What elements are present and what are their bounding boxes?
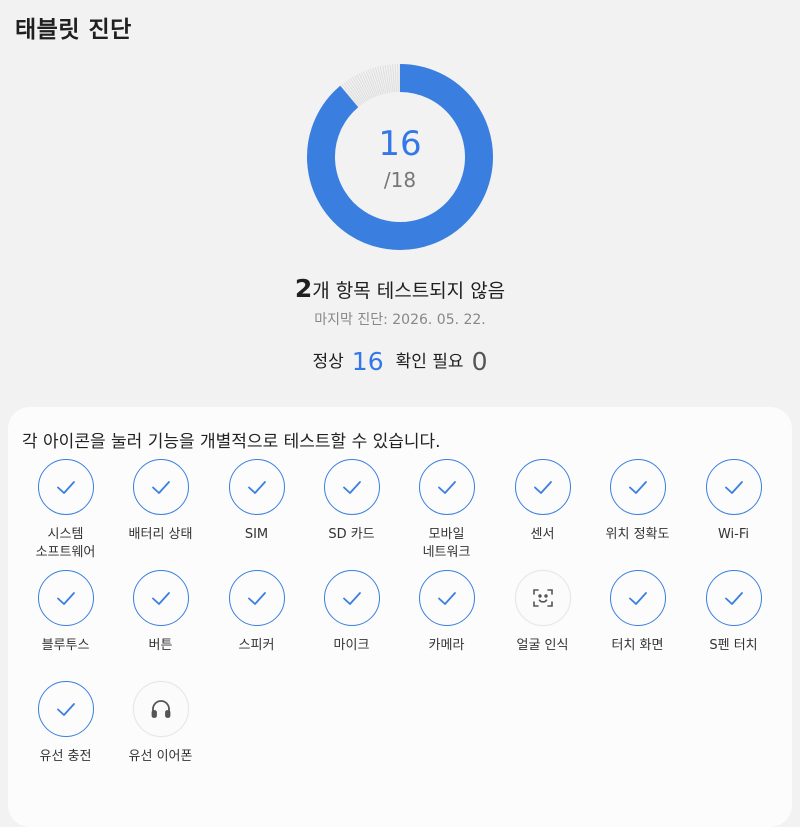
test-item[interactable]: 버튼 [113, 570, 208, 655]
check-icon [626, 586, 650, 610]
test-item-label: 터치 화면 [611, 638, 664, 653]
check-icon [626, 475, 650, 499]
test-item-label: 배터리 상태 [128, 527, 193, 542]
check-icon [435, 586, 459, 610]
test-item-button[interactable] [228, 459, 285, 515]
test-item-button[interactable] [609, 459, 666, 515]
test-item-label: 마이크 [333, 638, 370, 653]
test-item-label: Wi-Fi [717, 527, 749, 542]
test-item[interactable]: 모바일 네트워크 [399, 459, 494, 562]
passed-count: 16 [378, 124, 422, 164]
test-item-button[interactable] [323, 570, 380, 626]
headphones-icon [149, 697, 173, 721]
check-needed-label: 확인 필요 [395, 352, 464, 372]
check-icon [149, 475, 173, 499]
test-items-card: 각 아이콘을 눌러 기능을 개별적으로 테스트할 수 있습니다. 시스템 소프트… [8, 407, 792, 827]
check-icon [435, 475, 459, 499]
test-item-button[interactable] [132, 570, 189, 626]
check-icon [54, 586, 78, 610]
check-icon [54, 697, 78, 721]
check-icon [722, 475, 746, 499]
check-icon [722, 586, 746, 610]
test-item-button[interactable] [37, 681, 94, 737]
check-icon [54, 475, 78, 499]
test-item[interactable]: Wi-Fi [686, 459, 781, 544]
test-item[interactable]: 블루투스 [18, 570, 113, 655]
test-item[interactable]: 배터리 상태 [113, 459, 208, 544]
page-title: 태블릿 진단 [15, 17, 132, 43]
test-item-button[interactable] [705, 459, 762, 515]
test-item-label: 유선 이어폰 [128, 749, 193, 764]
last-diagnosis-date: 마지막 진단: 2026. 05. 22. [314, 312, 486, 328]
check-icon [340, 475, 364, 499]
test-item-label: 얼굴 인식 [516, 638, 569, 653]
test-item[interactable]: 스피커 [209, 570, 304, 655]
test-item[interactable]: S펜 터치 [686, 570, 781, 655]
check-icon [245, 586, 269, 610]
test-item-button[interactable] [37, 570, 94, 626]
test-item[interactable]: 센서 [495, 459, 590, 544]
test-item-button[interactable] [323, 459, 380, 515]
test-item-button[interactable] [132, 459, 189, 515]
test-item-button[interactable] [705, 570, 762, 626]
test-item-button[interactable] [514, 570, 571, 626]
test-item[interactable]: 카메라 [399, 570, 494, 655]
check-needed-value: 0 [471, 347, 488, 376]
progress-ring: 16 /18 [305, 62, 495, 252]
test-item-button[interactable] [132, 681, 189, 737]
test-item-label: 버튼 [148, 638, 173, 653]
test-item-button[interactable] [609, 570, 666, 626]
check-icon [340, 586, 364, 610]
test-item[interactable]: SD 카드 [304, 459, 399, 544]
test-item-button[interactable] [418, 459, 475, 515]
test-item-label: 스피커 [238, 638, 275, 653]
test-item[interactable]: 시스템 소프트웨어 [18, 459, 113, 562]
face-scan-icon [531, 586, 555, 610]
untested-summary: 2개 항목 테스트되지 않음 [0, 274, 800, 303]
check-icon [245, 475, 269, 499]
untested-text: 개 항목 테스트되지 않음 [312, 280, 506, 302]
test-item[interactable]: 유선 이어폰 [113, 681, 208, 766]
normal-label: 정상 [312, 352, 344, 372]
test-item-button[interactable] [37, 459, 94, 515]
check-icon [149, 586, 173, 610]
test-item[interactable]: 위치 정확도 [590, 459, 685, 544]
test-item-label: SD 카드 [328, 527, 375, 542]
test-item-button[interactable] [514, 459, 571, 515]
test-item-label: 카메라 [428, 638, 465, 653]
test-item[interactable]: SIM [209, 459, 304, 544]
test-item[interactable]: 마이크 [304, 570, 399, 655]
test-item[interactable]: 터치 화면 [590, 570, 685, 655]
test-item-button[interactable] [418, 570, 475, 626]
total-count: /18 [383, 168, 417, 192]
result-counts: 정상 16 확인 필요 0 [0, 347, 800, 376]
test-item-label: 센서 [530, 527, 555, 542]
test-item[interactable]: 얼굴 인식 [495, 570, 590, 655]
test-item-label: S펜 터치 [709, 638, 758, 653]
test-item-label: 위치 정확도 [605, 527, 670, 542]
test-item-label: SIM [244, 527, 269, 542]
test-item-button[interactable] [228, 570, 285, 626]
instruction-text: 각 아이콘을 눌러 기능을 개별적으로 테스트할 수 있습니다. [22, 432, 441, 452]
untested-count: 2 [294, 274, 313, 303]
test-item-label: 블루투스 [41, 638, 90, 653]
test-item[interactable]: 유선 충전 [18, 681, 113, 766]
test-item-label: 시스템 소프트웨어 [35, 527, 96, 560]
normal-value: 16 [351, 347, 384, 376]
check-icon [531, 475, 555, 499]
test-item-label: 유선 충전 [39, 749, 92, 764]
test-item-label: 모바일 네트워크 [422, 527, 471, 560]
